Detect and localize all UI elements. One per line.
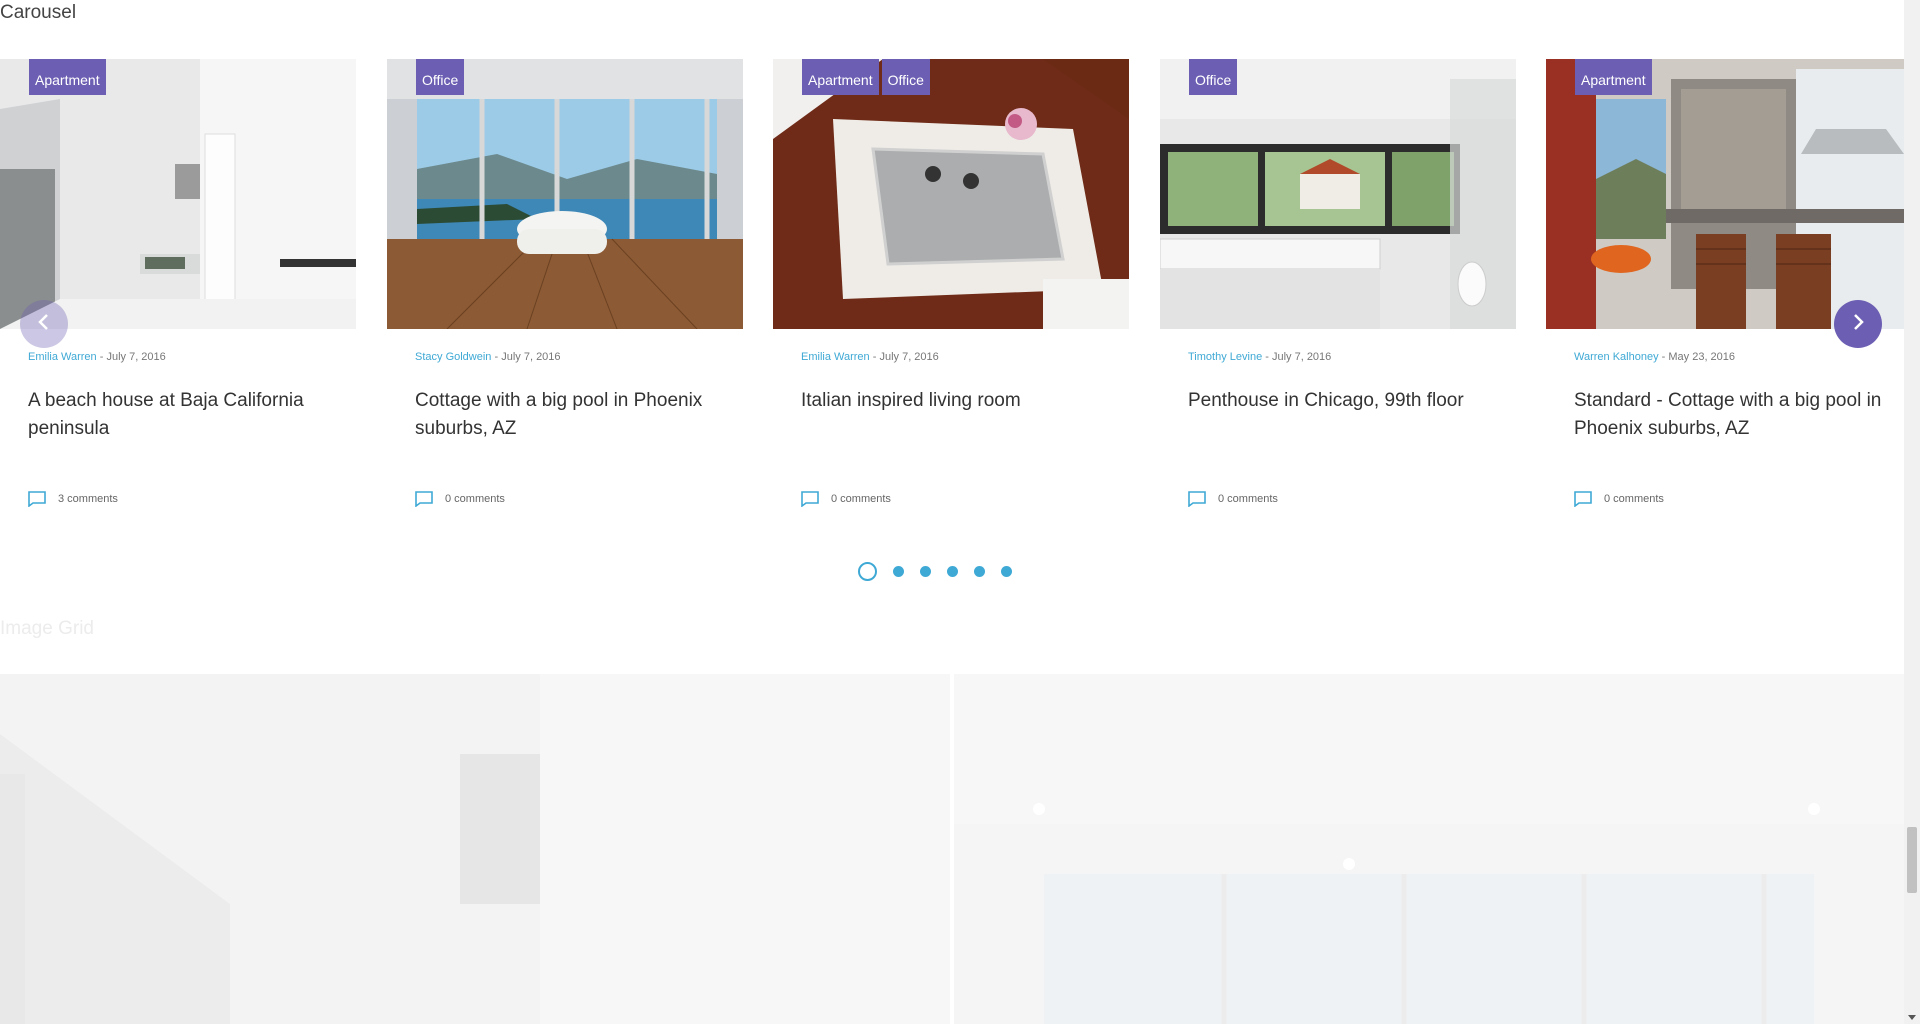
post-title[interactable]: Penthouse in Chicago, 99th floor xyxy=(1188,387,1498,415)
category-badges: Office xyxy=(416,59,465,95)
comments-link[interactable]: 3 comments xyxy=(28,491,118,507)
post-title[interactable]: Standard - Cottage with a big pool in Ph… xyxy=(1574,387,1884,443)
comments-link[interactable]: 0 comments xyxy=(801,491,891,507)
scroll-down-arrow-icon[interactable] xyxy=(1908,1015,1916,1020)
comment-count: 0 comments xyxy=(1604,493,1664,505)
category-badges: Apartment Office xyxy=(802,59,930,95)
card-image-living-room[interactable]: Apartment Office xyxy=(773,59,1129,329)
carousel-pagination xyxy=(858,562,1020,581)
image-grid-tile[interactable] xyxy=(0,674,950,1024)
comment-icon xyxy=(1574,491,1592,507)
post-date: July 7, 2016 xyxy=(879,351,939,363)
page-content: Carousel Apartment Emilia Warren - July … xyxy=(0,0,1904,1024)
author-link[interactable]: Stacy Goldwein xyxy=(415,351,491,363)
category-badges: Apartment xyxy=(1575,59,1652,95)
post-title[interactable]: Cottage with a big pool in Phoenix subur… xyxy=(415,387,725,443)
carousel-prev-button[interactable] xyxy=(20,300,68,348)
carousel-section-title: Carousel xyxy=(0,2,77,23)
pagination-dot[interactable] xyxy=(893,566,904,577)
comment-icon xyxy=(28,491,46,507)
author-link[interactable]: Warren Kalhoney xyxy=(1574,351,1659,363)
author-link[interactable]: Emilia Warren xyxy=(801,351,870,363)
card-image-kitchen[interactable]: Apartment xyxy=(1546,59,1904,329)
card-image-beach-house[interactable]: Apartment xyxy=(0,59,356,329)
comment-icon xyxy=(1188,491,1206,507)
chevron-right-icon xyxy=(1851,313,1865,336)
post-date: May 23, 2016 xyxy=(1668,351,1736,363)
comment-icon xyxy=(415,491,433,507)
post-meta: Warren Kalhoney - May 23, 2016 xyxy=(1574,351,1736,363)
comments-link[interactable]: 0 comments xyxy=(1188,491,1278,507)
carousel-next-button[interactable] xyxy=(1834,300,1882,348)
author-link[interactable]: Timothy Levine xyxy=(1188,351,1262,363)
category-badge[interactable]: Apartment xyxy=(802,59,879,95)
post-title[interactable]: A beach house at Baja California peninsu… xyxy=(28,387,338,443)
comment-count: 0 comments xyxy=(831,493,891,505)
carousel-card[interactable]: Apartment Emilia Warren - July 7, 2016 A… xyxy=(0,59,356,509)
category-badges: Office xyxy=(1189,59,1238,95)
card-image-cottage[interactable]: Office xyxy=(387,59,743,329)
card-image-penthouse[interactable]: Office xyxy=(1160,59,1516,329)
comment-count: 0 comments xyxy=(1218,493,1278,505)
pagination-dot[interactable] xyxy=(920,566,931,577)
carousel-card[interactable]: Apartment Office Emilia Warren - July 7,… xyxy=(773,59,1129,509)
category-badge[interactable]: Office xyxy=(1189,59,1238,95)
category-badge[interactable]: Apartment xyxy=(29,59,106,95)
category-badge[interactable]: Office xyxy=(416,59,465,95)
post-title[interactable]: Italian inspired living room xyxy=(801,387,1111,415)
image-grid-section-title: Image Grid xyxy=(0,618,94,639)
comments-link[interactable]: 0 comments xyxy=(1574,491,1664,507)
pagination-dot[interactable] xyxy=(1001,566,1012,577)
carousel-card[interactable]: Apartment Warren Kalhoney - May 23, 2016… xyxy=(1546,59,1904,509)
vertical-scrollbar[interactable] xyxy=(1904,0,1920,1024)
comments-link[interactable]: 0 comments xyxy=(415,491,505,507)
category-badges: Apartment xyxy=(29,59,106,95)
post-date: July 7, 2016 xyxy=(1271,351,1332,363)
post-meta: Emilia Warren - July 7, 2016 xyxy=(801,351,939,363)
category-badge[interactable]: Apartment xyxy=(1575,59,1652,95)
comment-count: 0 comments xyxy=(445,493,505,505)
comment-icon xyxy=(801,491,819,507)
pagination-dot-active[interactable] xyxy=(858,562,877,581)
post-meta: Emilia Warren - July 7, 2016 xyxy=(28,351,166,363)
post-date: July 7, 2016 xyxy=(106,351,166,363)
post-meta: Stacy Goldwein - July 7, 2016 xyxy=(415,351,561,363)
chevron-left-icon xyxy=(37,313,51,336)
carousel-card[interactable]: Office Timothy Levine - July 7, 2016 Pen… xyxy=(1160,59,1516,509)
comment-count: 3 comments xyxy=(58,493,118,505)
author-link[interactable]: Emilia Warren xyxy=(28,351,97,363)
scrollbar-thumb[interactable] xyxy=(1907,827,1917,893)
carousel-card[interactable]: Office Stacy Goldwein - July 7, 2016 Cot… xyxy=(387,59,743,509)
category-badge[interactable]: Office xyxy=(881,59,930,95)
post-meta: Timothy Levine - July 7, 2016 xyxy=(1188,351,1332,363)
pagination-dot[interactable] xyxy=(974,566,985,577)
image-grid-tile[interactable] xyxy=(954,674,1904,1024)
pagination-dot[interactable] xyxy=(947,566,958,577)
post-date: July 7, 2016 xyxy=(501,351,561,363)
